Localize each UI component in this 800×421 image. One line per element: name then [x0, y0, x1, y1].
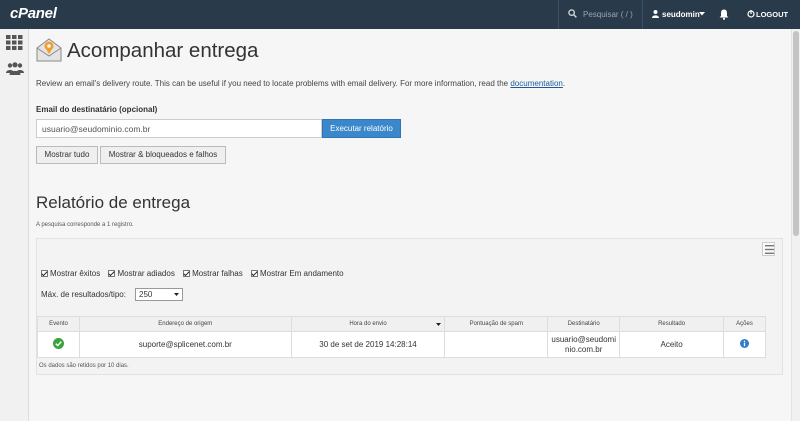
top-navigation-bar: cPanel seudomin LOGOUT	[0, 0, 800, 29]
filter-deferred[interactable]: Mostrar adiados	[108, 269, 175, 278]
recipient-email-input[interactable]	[36, 119, 322, 138]
intro-text: Review an email's delivery route. This c…	[36, 79, 565, 88]
report-title: Relatório de entrega	[36, 193, 191, 212]
documentation-link[interactable]: documentation	[510, 79, 562, 88]
filter-success[interactable]: Mostrar êxitos	[41, 269, 100, 278]
show-all-button[interactable]: Mostrar tudo	[36, 146, 98, 164]
sort-desc-icon	[436, 323, 442, 326]
main-content: Acompanhar entrega Review an email's del…	[30, 29, 791, 421]
origin-cell: suporte@splicenet.com.br	[78, 331, 292, 358]
filter-options: Mostrar êxitos Mostrar adiados Mostrar f…	[41, 269, 350, 278]
logout-link[interactable]: LOGOUT	[747, 10, 788, 19]
filter-label: Mostrar êxitos	[50, 269, 101, 278]
result-cell: Aceito	[619, 331, 725, 358]
recipient-line-2: nio.com.br	[565, 344, 603, 354]
logout-icon	[747, 10, 755, 18]
max-results-value: 250	[139, 290, 153, 299]
run-report-button[interactable]: Executar relatório	[322, 119, 401, 138]
filter-label: Mostrar adiados	[117, 269, 175, 278]
intro-body: Review an email's delivery route. This c…	[36, 79, 509, 88]
success-checkbox[interactable]	[41, 270, 48, 277]
spam-score-cell	[444, 331, 549, 358]
column-header-event[interactable]: Evento	[37, 316, 80, 332]
max-results-select[interactable]: 250	[135, 288, 183, 301]
page-title: Acompanhar entrega	[67, 39, 259, 62]
recipient-label: Email do destinatário (opcional)	[36, 105, 158, 114]
filter-label: Mostrar falhas	[192, 269, 243, 278]
sidebar	[0, 29, 29, 421]
column-toggle-button[interactable]	[762, 242, 775, 256]
logout-label: LOGOUT	[756, 10, 789, 19]
sent-time-header-label: Hora do envio	[349, 321, 387, 327]
vertical-scrollbar[interactable]	[791, 29, 800, 421]
filter-label: Mostrar Em andamento	[259, 269, 344, 278]
column-header-recipient[interactable]: Destinatário	[547, 316, 621, 332]
bell-icon[interactable]	[719, 9, 729, 20]
recipient-cell: usuario@seudomi nio.com.br	[547, 331, 621, 358]
recipient-line-1: usuario@seudomi	[551, 334, 616, 344]
max-results-label: Máx. de resultados/tipo:	[41, 290, 126, 299]
event-cell	[37, 331, 80, 358]
chevron-down-icon	[699, 12, 705, 16]
column-header-result[interactable]: Resultado	[619, 316, 725, 332]
report-panel: Mostrar êxitos Mostrar adiados Mostrar f…	[36, 238, 783, 375]
intro-end: .	[562, 79, 566, 88]
search-icon	[568, 9, 577, 18]
table-row: suporte@splicenet.com.br 30 de set de 20…	[37, 331, 766, 358]
users-icon[interactable]	[6, 62, 24, 75]
chevron-down-icon	[174, 293, 179, 296]
delivery-report-table: Evento Endereço de origem Hora do envio …	[37, 316, 766, 358]
in-progress-checkbox[interactable]	[250, 270, 258, 277]
scrollbar-thumb[interactable]	[793, 31, 799, 236]
actions-cell	[723, 331, 766, 358]
email-track-icon	[36, 38, 62, 62]
retention-note: Os dados são retidos por 10 dias.	[39, 363, 129, 369]
list-icon	[765, 245, 774, 254]
deferred-checkbox[interactable]	[108, 270, 116, 277]
cpanel-logo[interactable]: cPanel	[10, 5, 57, 22]
info-icon[interactable]	[740, 339, 749, 348]
result-count: A pesquisa corresponde a 1 registro.	[36, 222, 134, 228]
column-header-sent-time[interactable]: Hora do envio	[290, 316, 446, 332]
column-header-origin[interactable]: Endereço de origem	[78, 316, 292, 332]
notifications[interactable]	[719, 0, 737, 29]
grid-icon[interactable]	[6, 35, 23, 50]
table-header-row: Evento Endereço de origem Hora do envio …	[37, 316, 766, 332]
filter-in-progress[interactable]: Mostrar Em andamento	[250, 269, 344, 278]
column-header-spam-score[interactable]: Pontuação de spam	[444, 316, 549, 332]
show-blocked-failed-button[interactable]: Mostrar & bloqueados e falhos	[100, 146, 226, 164]
sent-time-cell: 30 de set de 2019 14:28:14	[290, 331, 446, 358]
user-icon	[652, 10, 659, 18]
column-header-actions: Ações	[723, 316, 766, 332]
search-box[interactable]	[558, 0, 642, 29]
search-input[interactable]	[583, 7, 641, 22]
username: seudomin	[662, 10, 700, 19]
filter-failures[interactable]: Mostrar falhas	[183, 269, 243, 278]
failures-checkbox[interactable]	[183, 270, 191, 277]
check-circle-icon	[52, 338, 64, 349]
